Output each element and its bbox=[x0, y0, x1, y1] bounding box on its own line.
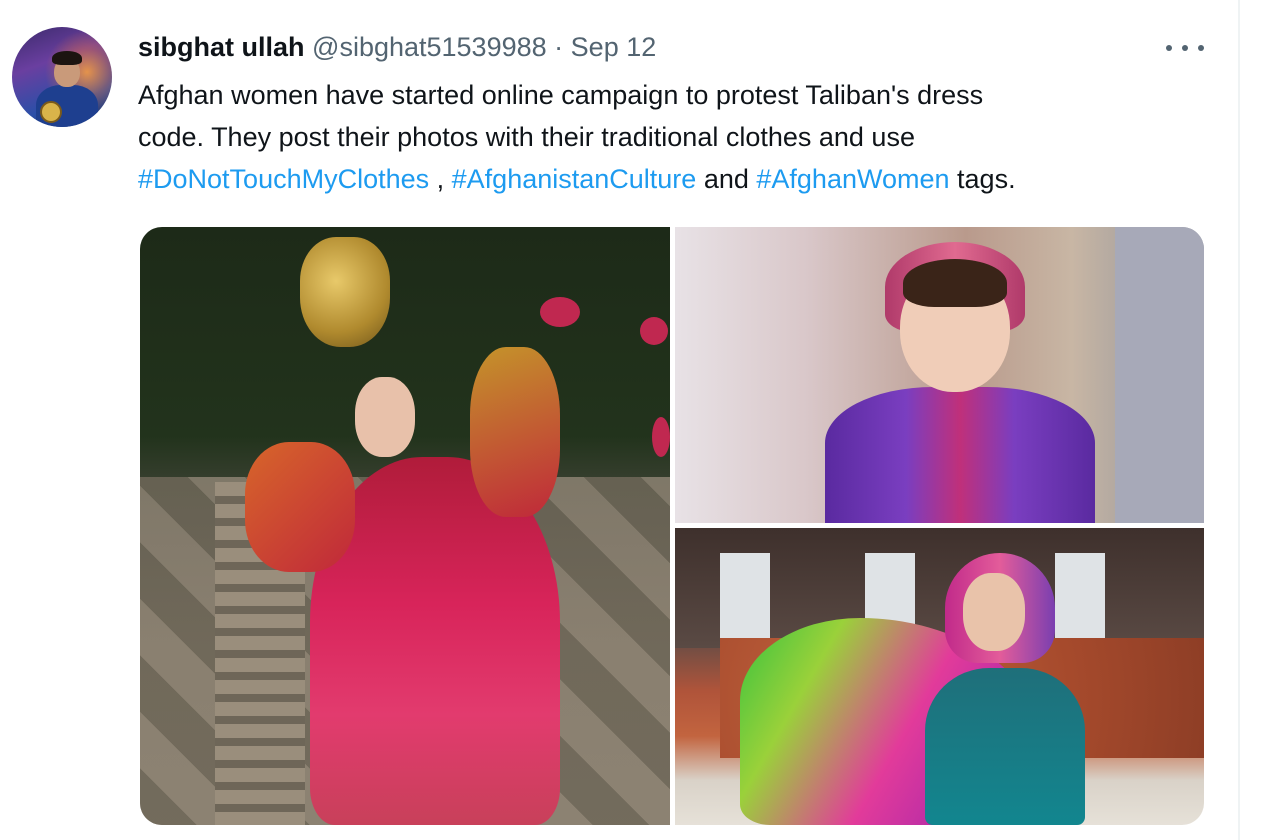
tweet-date[interactable]: Sep 12 bbox=[571, 32, 657, 62]
tweet-text-line-3: #DoNotTouchMyClothes , #AfghanistanCultu… bbox=[138, 158, 1228, 200]
photo-sleeve bbox=[245, 442, 355, 572]
media-grid bbox=[140, 227, 1204, 825]
author-handle[interactable]: @sibghat51539988 bbox=[312, 32, 547, 62]
more-dot bbox=[1198, 45, 1204, 51]
avatar-hair bbox=[52, 51, 82, 65]
hashtag-afghanwomen[interactable]: #AfghanWomen bbox=[756, 164, 949, 194]
photo-dress bbox=[925, 668, 1085, 825]
photo-window bbox=[1055, 553, 1105, 638]
header-separator: · bbox=[554, 32, 571, 62]
photo-woman-with-scarf[interactable] bbox=[675, 528, 1204, 825]
separator-dot: · bbox=[554, 32, 564, 62]
tweet-text: Afghan women have started online campaig… bbox=[138, 74, 1228, 200]
photo-flower bbox=[540, 297, 580, 327]
avatar-badge bbox=[40, 101, 62, 123]
photo-flower bbox=[640, 317, 668, 345]
timeline-border bbox=[1238, 0, 1240, 840]
tweet-header: sibghat ullah @sibghat51539988 · Sep 12 bbox=[138, 30, 656, 64]
tweet[interactable]: sibghat ullah @sibghat51539988 · Sep 12 … bbox=[0, 0, 1240, 840]
photo-flower bbox=[652, 417, 670, 457]
photo-face bbox=[355, 377, 415, 457]
tweet-text-line-1: Afghan women have started online campaig… bbox=[138, 80, 984, 110]
photo-sleeve bbox=[470, 347, 560, 517]
photo-face bbox=[963, 573, 1025, 651]
photo-window bbox=[720, 553, 770, 638]
hashtag-donottouchmyclothes[interactable]: #DoNotTouchMyClothes bbox=[138, 164, 429, 194]
text-tail: tags. bbox=[949, 164, 1016, 194]
photo-pot bbox=[300, 237, 390, 347]
text-separator: and bbox=[696, 164, 757, 194]
photo-child-hair bbox=[903, 259, 1007, 307]
more-dot bbox=[1182, 45, 1188, 51]
photo-woman-with-pot[interactable] bbox=[140, 227, 670, 825]
avatar[interactable] bbox=[12, 27, 112, 127]
photo-bystander bbox=[1115, 227, 1204, 523]
text-separator: , bbox=[429, 164, 452, 194]
tweet-text-line-2: code. They post their photos with their … bbox=[138, 122, 915, 152]
photo-child-dress bbox=[825, 387, 1095, 523]
hashtag-afghanistanculture[interactable]: #AfghanistanCulture bbox=[452, 164, 697, 194]
more-dot bbox=[1166, 45, 1172, 51]
photo-child[interactable] bbox=[675, 227, 1204, 523]
more-horizontal-icon[interactable] bbox=[1166, 34, 1204, 62]
author-name[interactable]: sibghat ullah bbox=[138, 32, 305, 62]
